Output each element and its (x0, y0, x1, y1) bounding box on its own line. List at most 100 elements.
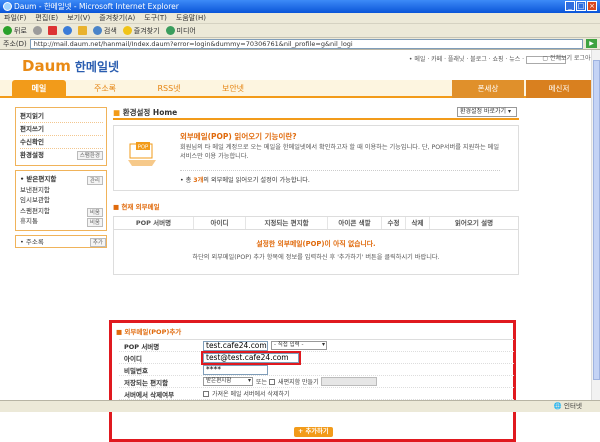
close-icon[interactable]: × (587, 1, 597, 11)
status-bar: 🌐 인터넷 (0, 400, 600, 412)
home-icon (77, 26, 87, 35)
row-box: 저장되는 편지함 받은편지함 또는 새편지함 만들기 (119, 376, 514, 388)
settings-header: ■ 환경설정 Home 환경설정 바로가기 ▾ (113, 107, 519, 120)
empty-trash-button[interactable]: 비움 (86, 218, 103, 227)
home-button[interactable] (77, 26, 87, 35)
folder-spam[interactable]: 스팸편지함 비움 (20, 206, 103, 217)
pop-add-form: POP 서버명 test.cafe24.com - 직접 입력 - 아이디 te… (119, 339, 514, 400)
scrollbar-thumb[interactable] (593, 60, 600, 380)
sidebar-item-read[interactable]: 편지읽기 (20, 110, 103, 123)
info-note: • 총 3개의 외부메일 읽어오기 설정이 가능합니다. (180, 170, 500, 184)
sidebar-item-write[interactable]: 편지쓰기 (20, 123, 103, 136)
refresh-button[interactable] (62, 26, 72, 35)
go-button[interactable]: ▶ (586, 39, 597, 48)
folder-list: • 받은편지함 관리 보낸편지함 임시보관함 스팸편지함 비움 휴지통 비움 (15, 170, 107, 231)
svg-text:POP: POP (138, 145, 149, 151)
pop-table-header: POP 서버명 아이디 지정되는 편지함 아이콘 색깔 수정 삭제 읽어오기 설… (114, 217, 518, 230)
tab-mail[interactable]: 메일 (12, 80, 66, 98)
new-box-checkbox[interactable] (269, 378, 276, 385)
search-button[interactable]: 검색 (92, 26, 117, 36)
row-server: POP 서버명 test.cafe24.com - 직접 입력 - (119, 340, 514, 352)
pop-table: POP 서버명 아이디 지정되는 편지함 아이콘 색깔 수정 삭제 읽어오기 설… (113, 216, 519, 275)
row-delete: 서버에서 삭제여부 가져온 메일 서버에서 삭제하기 (119, 388, 514, 400)
window-title: Daum - 한메일넷 - Microsoft Internet Explore… (14, 2, 179, 11)
pop-id-input[interactable]: test@test.cafe24.com (201, 350, 301, 365)
tab-security[interactable]: 보안넷 (206, 80, 260, 98)
add-section-title: ■ 외부메일(POP)추가 (116, 328, 182, 336)
service-tabs: 메일 주소록 RSS넷 보안넷 폰세상 메신저 (0, 80, 600, 98)
menu-file[interactable]: 파일(F) (4, 13, 26, 23)
sidebar-address[interactable]: • 주소록 추가 (15, 234, 107, 248)
sidebar-item-receipt[interactable]: 수신확인 (20, 136, 103, 149)
delete-on-server-label: 가져온 메일 서버에서 삭제하기 (212, 391, 290, 398)
tab-rss[interactable]: RSS넷 (142, 80, 196, 98)
sidebar: 편지읽기 편지쓰기 수신확인 환경설정 스팸환경 • 받은편지함 관리 보낸편지함 … (15, 107, 107, 248)
spam-settings-button[interactable]: 스팸환경 (76, 151, 103, 160)
window-titlebar: Daum - 한메일넷 - Microsoft Internet Explore… (0, 0, 600, 13)
tab-address-book[interactable]: 주소록 (78, 80, 132, 98)
pop-info-box: POP 외부메일(POP) 읽어오기 기능이란? 회원님의 타 메일 계정으로 … (113, 125, 519, 191)
col-id: 아이디 (194, 217, 246, 229)
pop-server-select[interactable]: - 직접 입력 - (271, 341, 327, 350)
label-box: 저장되는 편지함 (124, 378, 169, 387)
col-delete: 삭제 (406, 217, 430, 229)
settings-shortcut-select[interactable]: 환경설정 바로가기 ▾ (457, 107, 517, 117)
forward-arrow-icon (32, 26, 42, 35)
or-text: 또는 (256, 379, 268, 386)
folder-drafts[interactable]: 임시보관함 (20, 195, 103, 206)
pop-password-input[interactable]: **** (203, 364, 268, 375)
label-id: 아이디 (124, 354, 142, 363)
media-button[interactable]: 미디어 (165, 26, 196, 36)
menu-tools[interactable]: 도구(T) (144, 13, 167, 23)
info-title: 외부메일(POP) 읽어오기 기능이란? (180, 132, 297, 141)
pop-mail-icon: POP (128, 142, 156, 166)
menu-edit[interactable]: 편집(E) (35, 13, 58, 23)
back-arrow-icon (3, 26, 12, 35)
forward-button[interactable] (32, 26, 42, 35)
row-id: 아이디 test@test.cafe24.com (119, 350, 514, 365)
maximize-icon[interactable]: □ (576, 1, 586, 11)
address-add-button[interactable]: 추가 (89, 237, 106, 247)
settings-main: ■ 환경설정 Home 환경설정 바로가기 ▾ POP 외부메일(POP) 읽어… (113, 107, 519, 275)
mailbox-select[interactable]: 받은편지함 (203, 377, 253, 386)
sidebar-menu: 편지읽기 편지쓰기 수신확인 환경설정 스팸환경 (15, 107, 107, 166)
media-icon (165, 26, 175, 35)
favorites-button[interactable]: 즐겨찾기 (122, 26, 160, 36)
menu-favorites[interactable]: 즐겨찾기(A) (99, 13, 135, 23)
top-links-right[interactable]: ▢ 전체보기 로그아웃 (542, 53, 596, 62)
col-fetch: 읽어오기 설명 (454, 219, 494, 227)
add-pop-button[interactable]: + 추가하기 (294, 427, 333, 437)
web-page: Daum 한메일넷 • 메일 · 카페 · 플래닛 · 블로그 · 쇼핑 · 뉴스… (0, 50, 600, 442)
label-delete: 서버에서 삭제여부 (124, 390, 175, 399)
minimize-icon[interactable]: _ (565, 1, 575, 11)
section-current-pop: ■ 현재 외부메일 (113, 203, 160, 211)
back-button[interactable]: 뒤로 (3, 26, 27, 36)
tab-phone[interactable]: 폰세상 (452, 80, 524, 98)
delete-on-server-checkbox[interactable] (203, 390, 209, 397)
refresh-icon (62, 26, 72, 35)
menu-view[interactable]: 보기(V) (67, 13, 90, 23)
sidebar-item-settings[interactable]: 환경설정 스팸환경 (20, 149, 103, 162)
tab-messenger[interactable]: 메신저 (526, 80, 592, 98)
folder-sent[interactable]: 보낸편지함 (20, 185, 103, 196)
page-title: ■ 환경설정 Home (113, 108, 178, 117)
address-label: 주소(D) (3, 39, 27, 48)
pop-add-section: ■ 외부메일(POP)추가 POP 서버명 test.cafe24.com - … (109, 320, 516, 442)
stop-icon (47, 26, 57, 35)
stop-button[interactable] (47, 26, 57, 35)
empty-hint: 하단의 외부메일(POP) 추가 항목에 정보를 입력하신 후 '추가하기' 버… (192, 254, 440, 261)
label-password: 비밀번호 (124, 366, 148, 375)
pop-server-input[interactable]: test.cafe24.com (203, 340, 268, 351)
address-input[interactable]: http://mail.daum.net/hanmail/Index.daum?… (29, 38, 583, 49)
empty-message: 설정한 외부메일(POP)이 아직 없습니다. (256, 240, 376, 248)
address-bar: 주소(D) http://mail.daum.net/hanmail/Index… (0, 38, 600, 50)
row-password: 비밀번호 **** (119, 364, 514, 376)
col-server: POP 서버명 (114, 217, 194, 229)
new-box-label: 새편지함 만들기 (278, 379, 319, 386)
vertical-scrollbar[interactable] (591, 50, 600, 400)
folder-trash[interactable]: 휴지통 비움 (20, 216, 103, 227)
folder-inbox[interactable]: • 받은편지함 관리 (20, 174, 103, 185)
menu-help[interactable]: 도움말(H) (176, 13, 206, 23)
new-box-input[interactable] (320, 377, 377, 386)
daum-logo[interactable]: Daum 한메일넷 (22, 57, 119, 75)
